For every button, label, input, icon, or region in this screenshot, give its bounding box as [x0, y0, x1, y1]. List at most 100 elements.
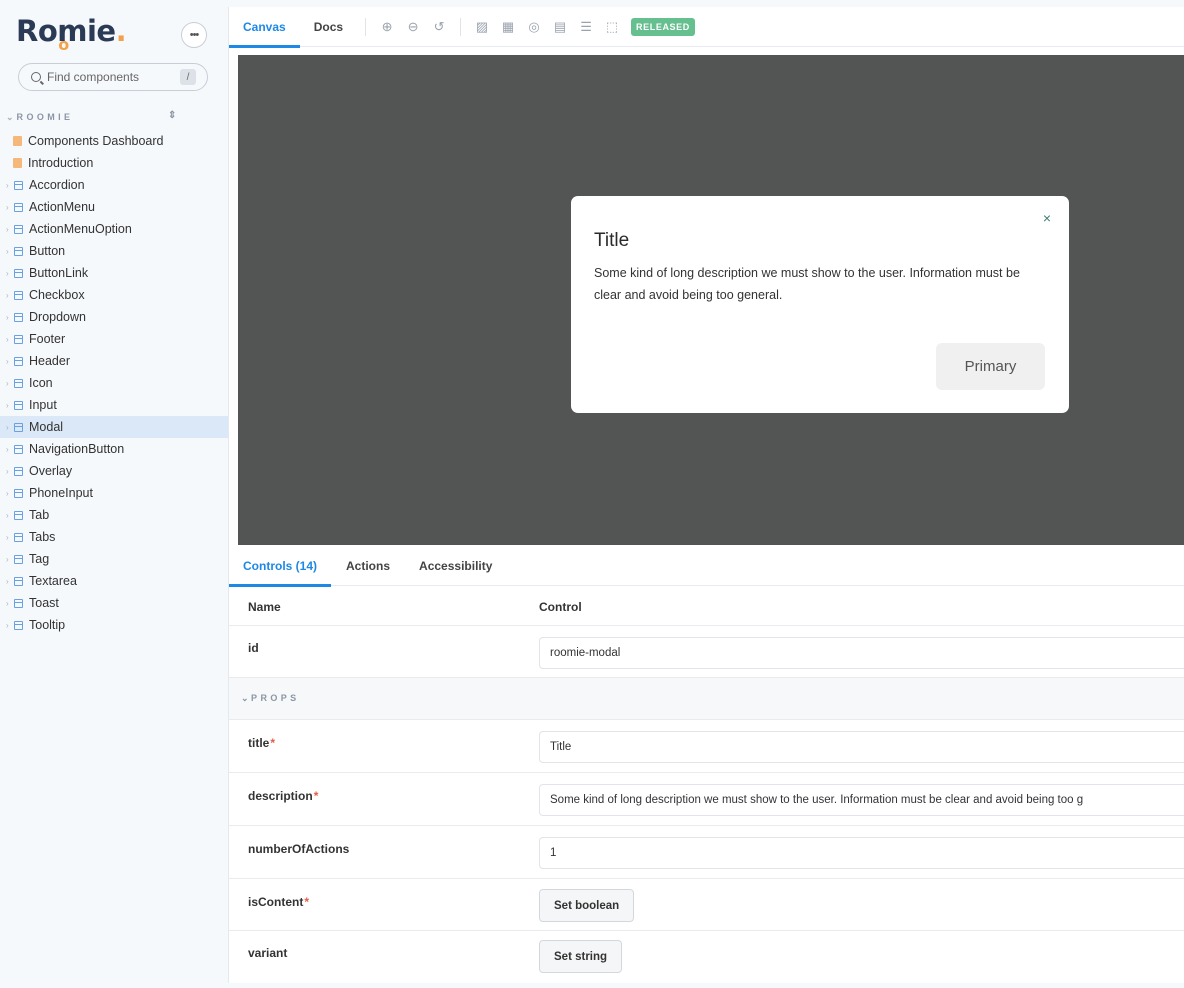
zoom-out-icon[interactable]: ⊖ — [400, 14, 426, 40]
chevron-right-icon: › — [6, 510, 9, 520]
vision-icon[interactable]: ◎ — [521, 14, 547, 40]
control-label-text: isContent — [248, 895, 304, 909]
sidebar-item-label: Tag — [29, 552, 50, 566]
component-icon — [14, 224, 23, 234]
sidebar-item-dropdown[interactable]: › Dropdown — [0, 306, 228, 328]
sidebar-item-textarea[interactable]: › Textarea — [0, 570, 228, 592]
zoom-in-icon[interactable]: ⊕ — [374, 14, 400, 40]
control-row-id: id roomie-modal — [229, 626, 1184, 678]
sidebar-item-label: Tab — [29, 508, 50, 522]
grid-icon[interactable]: ▦ — [495, 14, 521, 40]
sidebar-item-tabs[interactable]: › Tabs — [0, 526, 228, 548]
component-icon — [14, 620, 23, 630]
more-icon: ••• — [189, 29, 200, 41]
description-input[interactable]: Some kind of long description we must sh… — [539, 784, 1184, 816]
sidebar-item-tooltip[interactable]: › Tooltip — [0, 614, 228, 636]
tab-actions[interactable]: Actions — [331, 546, 405, 586]
sidebar-item-tab[interactable]: › Tab — [0, 504, 228, 526]
roomie-logo[interactable]: Ro o mie. — [16, 14, 127, 54]
search-field[interactable]: Find components / — [18, 63, 208, 91]
toolbar-divider — [365, 17, 367, 36]
tab-controls[interactable]: Controls (14) — [229, 546, 332, 587]
sidebar-item-accordion[interactable]: › Accordion — [0, 174, 228, 196]
sidebar-item-button[interactable]: › Button — [0, 240, 228, 262]
sidebar-item-label: Toast — [29, 596, 59, 610]
sidebar-item-label: ButtonLink — [29, 266, 89, 280]
sidebar-item-components dashboard[interactable]: Components Dashboard — [0, 130, 228, 152]
outline-icon[interactable]: ☰ — [573, 14, 599, 40]
component-icon — [14, 422, 23, 432]
search-input[interactable]: Find components — [47, 70, 139, 84]
sidebar-item-input[interactable]: › Input — [0, 394, 228, 416]
component-icon — [14, 466, 23, 476]
chevron-right-icon: › — [6, 224, 9, 234]
number-of-actions-input[interactable]: 1 — [539, 837, 1184, 869]
chevron-right-icon: › — [6, 180, 9, 190]
chevron-right-icon: › — [6, 400, 9, 410]
component-icon — [14, 488, 23, 498]
sidebar-item-actionmenu[interactable]: › ActionMenu — [0, 196, 228, 218]
chevron-right-icon: › — [6, 488, 9, 498]
props-title: PROPS — [251, 693, 300, 703]
search-shortcut: / — [180, 69, 196, 85]
chevron-right-icon: › — [6, 422, 9, 432]
sidebar-item-buttonlink[interactable]: › ButtonLink — [0, 262, 228, 284]
chevron-right-icon: › — [6, 444, 9, 454]
zoom-reset-icon[interactable]: ↺ — [426, 14, 452, 40]
close-icon[interactable]: × — [1043, 210, 1051, 226]
primary-button[interactable]: Primary — [936, 343, 1045, 390]
sidebar-item-footer[interactable]: › Footer — [0, 328, 228, 350]
sidebar-item-icon[interactable]: › Icon — [0, 372, 228, 394]
control-row-variant: variant Set string — [229, 931, 1184, 983]
component-icon — [14, 268, 23, 278]
chevron-down-icon: ⌄ — [241, 693, 252, 703]
sidebar-item-label: PhoneInput — [29, 486, 93, 500]
expand-collapse-icon[interactable]: ⇕ — [168, 110, 176, 121]
sidebar-menu-button[interactable]: ••• — [181, 22, 207, 48]
tab-accessibility[interactable]: Accessibility — [405, 546, 506, 586]
component-icon — [14, 576, 23, 586]
sidebar-item-label: Overlay — [29, 464, 73, 478]
column-control-header: Control — [539, 600, 582, 614]
control-row-is-content: isContent* Set boolean — [229, 879, 1184, 931]
sidebar-item-checkbox[interactable]: › Checkbox — [0, 284, 228, 306]
sidebar-item-tag[interactable]: › Tag — [0, 548, 228, 570]
main-panel: Canvas Docs ⊕ ⊖ ↺ ▨ ▦ ◎ ▤ ☰ ⬚ RELEASED ×… — [228, 7, 1184, 983]
props-label: ⌄ PROPS — [241, 693, 300, 704]
measure-icon[interactable]: ⬚ — [599, 14, 625, 40]
sidebar-item-label: Modal — [29, 420, 64, 434]
set-boolean-button[interactable]: Set boolean — [539, 889, 635, 922]
sidebar-item-introduction[interactable]: Introduction — [0, 152, 228, 174]
props-section-header[interactable]: ⌄ PROPS — [229, 678, 1184, 720]
sidebar-item-toast[interactable]: › Toast — [0, 592, 228, 614]
set-string-button[interactable]: Set string — [539, 940, 623, 973]
sidebar-item-phoneinput[interactable]: › PhoneInput — [0, 482, 228, 504]
controls-header-row: Name Control — [229, 587, 1184, 626]
search-icon — [31, 72, 41, 82]
viewport-icon[interactable]: ▤ — [547, 14, 573, 40]
component-icon — [14, 180, 23, 190]
sidebar-item-modal[interactable]: › Modal — [0, 416, 228, 438]
chevron-right-icon: › — [6, 356, 9, 366]
sidebar-item-header[interactable]: › Header — [0, 350, 228, 372]
background-icon[interactable]: ▨ — [469, 14, 495, 40]
sidebar-item-label: Icon — [29, 376, 53, 390]
id-input[interactable]: roomie-modal — [539, 637, 1184, 669]
sidebar-item-label: Introduction — [28, 156, 94, 170]
section-header-roomie[interactable]: ⌄ ROOMIE ⇕ — [6, 110, 186, 123]
sidebar-item-actionmenuoption[interactable]: › ActionMenuOption — [0, 218, 228, 240]
component-icon — [14, 444, 23, 454]
sidebar-item-navigationbutton[interactable]: › NavigationButton — [0, 438, 228, 460]
title-input[interactable]: Title — [539, 731, 1184, 763]
tab-docs[interactable]: Docs — [300, 7, 357, 47]
chevron-right-icon: › — [6, 466, 9, 476]
addon-tabs: Controls (14) Actions Accessibility — [229, 546, 1184, 587]
sidebar-item-overlay[interactable]: › Overlay — [0, 460, 228, 482]
tab-canvas[interactable]: Canvas — [229, 7, 300, 48]
control-label-text: title — [248, 736, 270, 750]
control-label: numberOfActions — [248, 842, 350, 856]
section-title: ROOMIE — [16, 112, 74, 122]
component-tree: Components Dashboard Introduction › Accordi… — [0, 130, 228, 636]
modal-title: Title — [594, 230, 630, 251]
chevron-right-icon: › — [6, 576, 9, 586]
